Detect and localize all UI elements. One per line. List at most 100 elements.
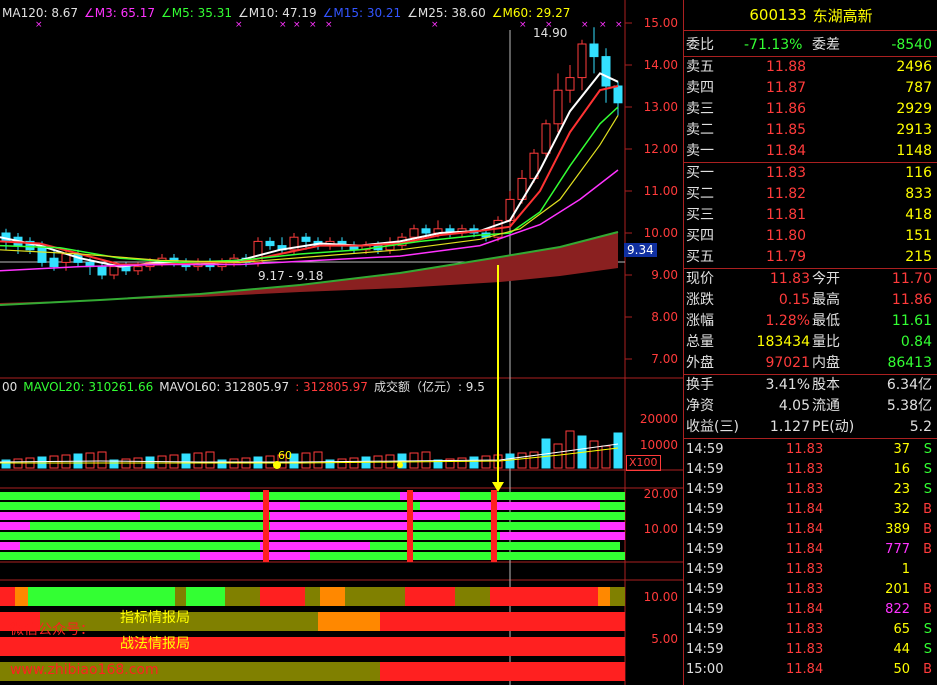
signal-marker: × <box>599 20 607 30</box>
axis-tick-label: 5.00 <box>651 632 678 646</box>
order-volume: 1148 <box>896 143 932 159</box>
stat-label: 量比 <box>812 334 840 350</box>
tick-price: 11.83 <box>786 622 824 637</box>
candle-body <box>109 266 119 276</box>
tick-side: S <box>923 642 932 657</box>
axis-tick-label: 10.00 <box>643 226 678 240</box>
tick-row[interactable]: 14:59 11.83 16 S <box>684 460 937 480</box>
tick-row[interactable]: 14:59 11.83 23 S <box>684 480 937 500</box>
tick-time: 14:59 <box>686 622 724 637</box>
order-price: 11.86 <box>766 101 807 117</box>
order-volume: 2929 <box>896 101 932 117</box>
stat-value: 11.86 <box>891 292 932 308</box>
volume-bar <box>457 457 467 469</box>
stat-label: 净资 <box>686 398 714 414</box>
tick-volume: 23 <box>893 482 910 497</box>
stat-value: 11.61 <box>891 313 932 329</box>
tick-list[interactable]: 14:59 11.83 37 S 14:59 11.83 16 S 14:59 11.83 23 S 1… <box>684 438 937 680</box>
tick-row[interactable]: 14:59 11.84 389 B <box>684 520 937 540</box>
indicator2-block <box>320 587 345 606</box>
stat-value: 86413 <box>887 355 932 371</box>
indicator2-block <box>260 587 305 606</box>
indicator2-block <box>28 587 40 606</box>
stats-block: 现价 11.83 今开 11.70 涨跌 0.15 最高 11.86 涨幅 1.28% 最低 11.6… <box>684 268 937 374</box>
tick-time: 14:59 <box>686 522 724 537</box>
axis-tick-label: 13.00 <box>643 100 678 114</box>
volume-mark-label: 60 <box>278 449 292 462</box>
stat-value: 6.34亿 <box>886 377 932 393</box>
high-price-label: 14.90 <box>533 26 568 40</box>
tick-row[interactable]: 14:59 11.83 37 S <box>684 440 937 460</box>
stat-row: 涨跌 0.15 最高 11.86 <box>684 290 937 311</box>
indicator2-block <box>490 587 598 606</box>
indicator2-block <box>318 612 380 631</box>
tick-row[interactable]: 14:59 11.83 65 S <box>684 620 937 640</box>
indicator-stripe <box>600 502 625 510</box>
stat-label: 流通 <box>812 398 840 414</box>
chart-canvas[interactable]: × × × × × × × × × × × × <box>0 0 683 685</box>
tick-row[interactable]: 14:59 11.83 201 B <box>684 580 937 600</box>
tick-price: 11.83 <box>786 582 824 597</box>
stat-value: 3.41% <box>765 377 810 393</box>
indicator2-block <box>15 587 28 606</box>
tick-price: 11.84 <box>786 522 824 537</box>
order-book-row: 卖四 11.87 787 <box>684 78 937 99</box>
tick-price: 11.83 <box>786 442 824 457</box>
chart-area[interactable]: × × × × × × × × × × × × MA120: 8.67 ∠M3: 65.17 ∠M5: 3… <box>0 0 683 685</box>
candle-body <box>553 89 563 125</box>
tick-row[interactable]: 14:59 11.83 44 S <box>684 640 937 660</box>
indicator-stripe <box>0 512 140 520</box>
indicator2-block <box>598 587 610 606</box>
volume-bar <box>313 451 323 469</box>
tick-side: S <box>923 482 932 497</box>
axis-tick-label: 7.00 <box>651 352 678 366</box>
order-price: 11.88 <box>766 59 807 75</box>
candle-body <box>265 240 275 247</box>
volume-bar <box>1 459 11 469</box>
order-level-label: 买二 <box>686 186 714 202</box>
order-level-label: 买四 <box>686 228 714 244</box>
volume-bar <box>517 452 527 469</box>
signal-marker: × <box>519 20 527 30</box>
tick-row[interactable]: 14:59 11.84 32 B <box>684 500 937 520</box>
stat2-row: 净资 4.05 流通 5.38亿 <box>684 396 937 417</box>
tick-row[interactable]: 14:59 11.84 777 B <box>684 540 937 560</box>
axis-tick-label: 11.00 <box>643 184 678 198</box>
volume-header-item: MAVOL20: 310261.66 <box>23 380 154 394</box>
watermark-url: www.zhibiao168.com <box>10 662 159 678</box>
ma-header-item: MA120: 8.67 <box>2 6 79 20</box>
order-level-label: 买一 <box>686 165 714 181</box>
volume-header-item: MAVOL60: 312805.97 <box>159 380 290 394</box>
volume-bar <box>349 457 359 469</box>
indicator2-block <box>0 637 625 656</box>
candle-body <box>49 257 59 268</box>
quote-panel: 600133 东湖高新 委比 -71.13% 委差 -8540 卖五 11.88 2… <box>683 0 937 685</box>
order-level-label: 卖四 <box>686 80 714 96</box>
tick-volume: 32 <box>893 502 910 517</box>
tick-row[interactable]: 14:59 11.83 1 <box>684 560 937 580</box>
volume-bar <box>49 455 59 469</box>
order-volume: 2496 <box>896 59 932 75</box>
axis-tick-label: 20.00 <box>643 487 678 501</box>
indicator-stripe <box>0 552 200 560</box>
sell-book: 卖五 11.88 2496 卖四 11.87 787 卖三 11.86 2929 卖二 11.85 2… <box>684 56 937 162</box>
tick-row[interactable]: 15:00 11.84 50 B <box>684 660 937 680</box>
candle-body <box>409 228 419 238</box>
order-volume: 2913 <box>896 122 932 138</box>
candle-body <box>589 43 599 58</box>
candle-body <box>577 43 587 79</box>
volume-bar <box>589 440 599 469</box>
axis-tick-label: 20000 <box>639 412 678 426</box>
order-price: 11.82 <box>766 186 807 202</box>
tick-side: B <box>923 502 932 517</box>
signal-marker: × <box>293 20 301 30</box>
stat-value: 0.84 <box>900 334 932 350</box>
tick-volume: 777 <box>885 542 910 557</box>
indicator2-block <box>345 587 405 606</box>
axis-tick-label: 10.00 <box>643 522 678 536</box>
volume-bar <box>301 452 311 469</box>
volume-header-item: : 312805.97 <box>295 380 368 394</box>
tick-row[interactable]: 14:59 11.84 822 B <box>684 600 937 620</box>
tick-volume: 822 <box>885 602 910 617</box>
indicator-stripe <box>0 542 20 550</box>
